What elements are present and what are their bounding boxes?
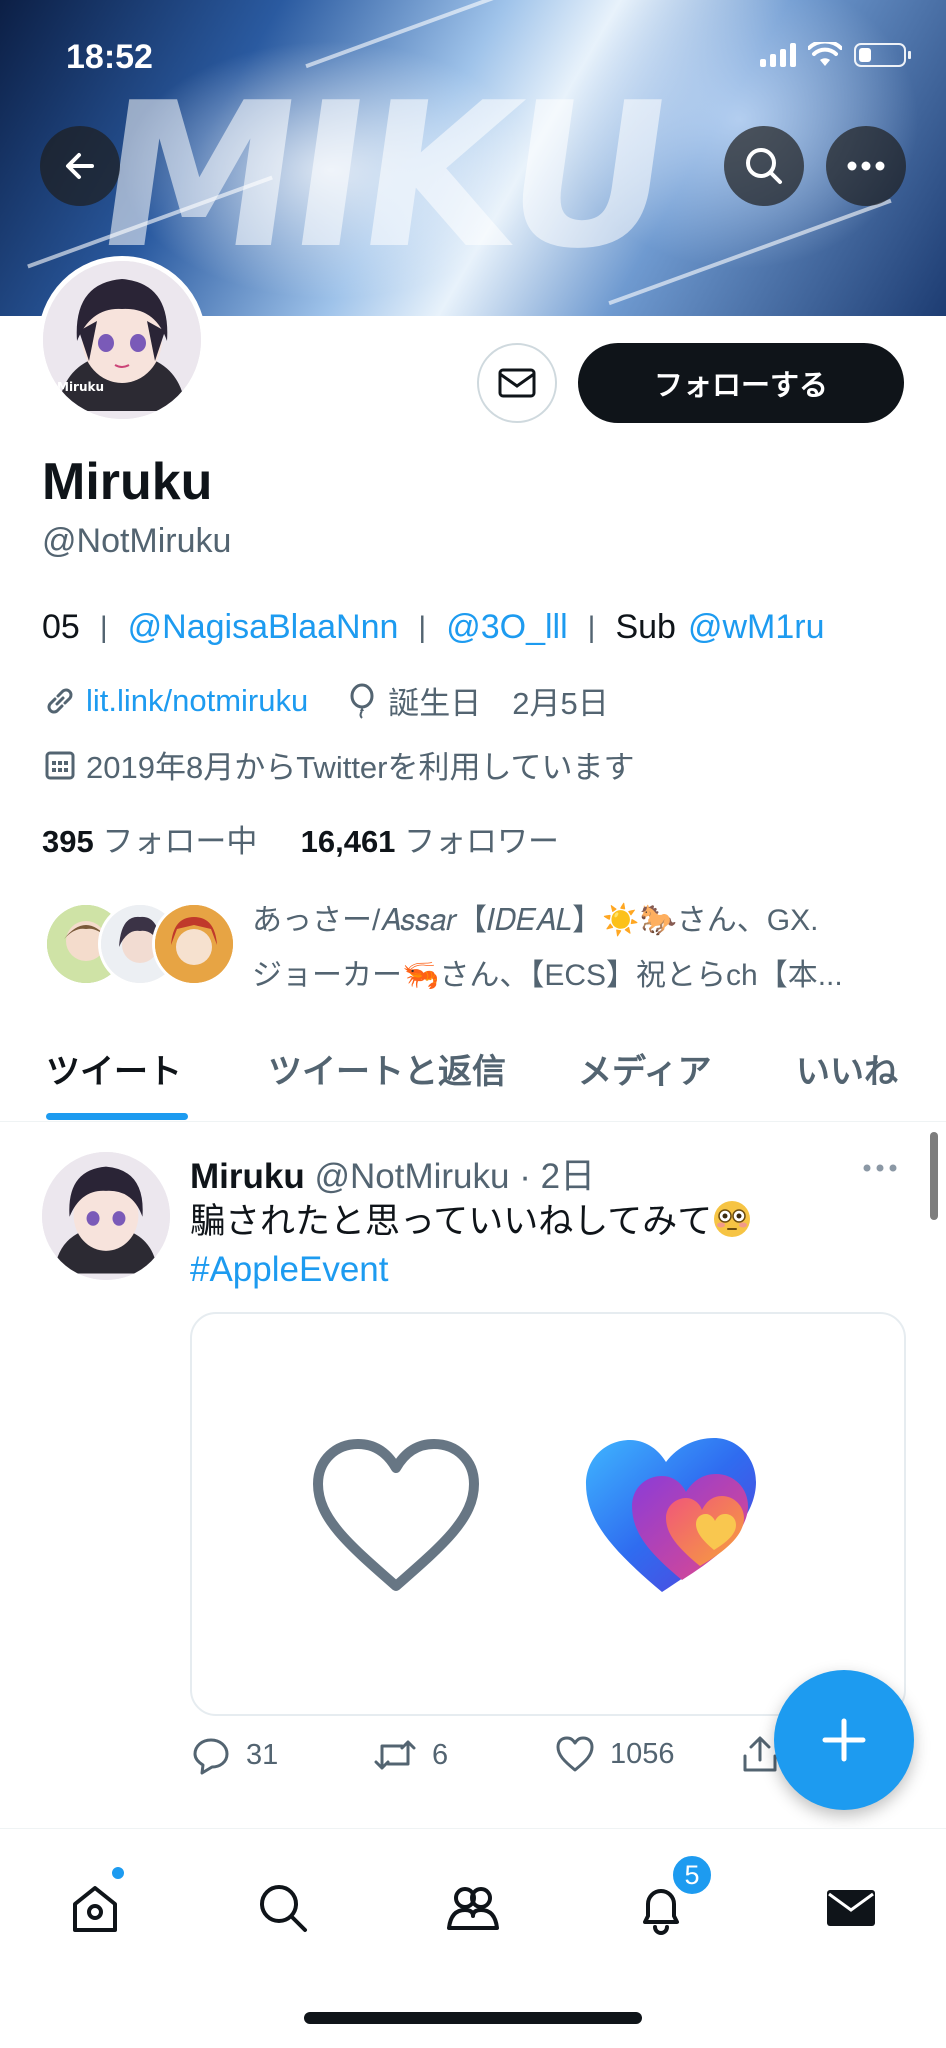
colorful-heart-icon <box>586 1438 756 1592</box>
wifi-icon <box>808 42 842 66</box>
tweet-media-card[interactable] <box>190 1312 906 1716</box>
more-horizontal-icon <box>847 161 885 171</box>
envelope-icon <box>498 368 536 398</box>
nav-search[interactable] <box>248 1873 318 1943</box>
communities-icon <box>447 1887 499 1930</box>
following-count-link[interactable]: 395 フォロー中 <box>42 824 257 859</box>
tweet-time: · 2日 <box>519 1157 596 1196</box>
bio-mention-link[interactable]: @3O_lll <box>446 608 567 647</box>
battery-icon <box>854 43 911 67</box>
reply-button[interactable]: 31 <box>190 1734 278 1776</box>
bio-mention-link[interactable]: @wM1ru <box>688 608 825 647</box>
nav-messages[interactable] <box>816 1873 886 1943</box>
bio-mention-link[interactable]: @NagisaBlaaNnn <box>128 608 399 647</box>
bio-text: 05 <box>42 608 80 646</box>
tab-tweets[interactable]: ツイート <box>46 1044 182 1093</box>
profile-meta-row: lit.link/notmiruku 誕生日 2月5日 <box>42 678 609 723</box>
tab-tweets-and-replies[interactable]: ツイートと返信 <box>268 1044 506 1093</box>
home-icon <box>73 1886 117 1932</box>
compose-tweet-button[interactable] <box>774 1670 914 1810</box>
plus-icon <box>822 1718 866 1762</box>
nav-communities[interactable] <box>438 1873 508 1943</box>
tweet-text: 騙されたと思っていいねしてみて #AppleEvent <box>190 1198 910 1294</box>
followed-by-avatars[interactable] <box>44 902 236 986</box>
joined-date-text: 2019年8月からTwitterを利用しています <box>86 750 635 785</box>
followers-label: フォロワー <box>404 824 560 859</box>
bio-separator: | <box>587 610 596 644</box>
tweet-author-name[interactable]: Miruku <box>190 1157 305 1196</box>
new-content-dot <box>110 1865 126 1881</box>
birthday-text: 誕生日 2月5日 <box>388 686 609 721</box>
following-label: フォロー中 <box>102 824 258 859</box>
like-button[interactable]: 1056 <box>554 1734 675 1774</box>
status-time: 18:52 <box>66 38 153 76</box>
more-horizontal-icon <box>863 1164 897 1172</box>
profile-meta-row: 2019年8月からTwitterを利用しています <box>42 742 635 787</box>
arrow-left-icon <box>66 153 94 179</box>
avatar-illustration: Miruku <box>43 261 201 419</box>
flushed-face-icon <box>714 1201 751 1237</box>
like-count: 1056 <box>610 1737 675 1770</box>
hashtag-link[interactable]: #AppleEvent <box>190 1250 388 1289</box>
banner-artwork: MIKU <box>83 60 680 293</box>
envelope-icon <box>827 1890 875 1926</box>
profile-bio: 05 | @NagisaBlaaNnn | @3O_lll | Sub @wM1… <box>42 608 824 647</box>
scrollbar[interactable] <box>930 1132 938 1220</box>
heart-icon <box>556 1736 594 1772</box>
retweet-button[interactable]: 6 <box>372 1734 448 1776</box>
followed-by-text[interactable]: あっさー/𝐴𝑠𝑠𝑎𝑟【𝐼𝐷𝐸𝐴𝐿】☀️🐎さん、GX. ジョーカー🦐さん、【ECS… <box>252 893 912 1003</box>
tab-likes[interactable]: いいね <box>796 1044 898 1093</box>
followed-by-line: あっさー/𝐴𝑠𝑠𝑎𝑟【𝐼𝐷𝐸𝐴𝐿】☀️🐎さん、GX. <box>252 904 819 937</box>
follow-button[interactable]: フォローする <box>578 343 904 423</box>
home-indicator <box>304 2012 642 2024</box>
profile-avatar[interactable]: Miruku <box>38 256 206 424</box>
following-count: 395 <box>42 824 94 859</box>
tweet-more-button[interactable] <box>862 1160 898 1178</box>
bio-text: Sub <box>615 608 676 646</box>
reply-icon <box>193 1738 229 1775</box>
retweet-count: 6 <box>432 1738 449 1771</box>
balloon-icon <box>344 683 380 719</box>
avatar <box>152 902 236 986</box>
profile-tabs: ツイート ツイートと返信 メディア いいね <box>0 1036 946 1122</box>
calendar-icon <box>42 747 78 783</box>
link-icon <box>42 683 78 719</box>
tweet-body: 騙されたと思っていいねしてみて <box>190 1202 713 1241</box>
tab-indicator <box>46 1113 188 1120</box>
more-options-button[interactable] <box>826 126 906 206</box>
retweet-icon <box>374 1740 416 1770</box>
status-icons <box>760 42 911 68</box>
bio-separator: | <box>99 610 108 644</box>
tab-media[interactable]: メディア <box>578 1044 712 1093</box>
nav-home[interactable] <box>60 1873 130 1943</box>
tweet-author-handle: @NotMiruku <box>314 1157 510 1196</box>
profile-name: Miruku <box>42 453 213 511</box>
notification-badge: 5 <box>670 1853 714 1897</box>
followers-count: 16,461 <box>300 824 396 859</box>
bio-separator: | <box>418 610 427 644</box>
signal-icon <box>760 43 796 67</box>
tweet-avatar[interactable] <box>42 1152 170 1280</box>
svg-text:Miruku: Miruku <box>57 380 104 394</box>
tweet-header: Miruku @NotMiruku · 2日 <box>190 1148 595 1199</box>
back-button[interactable] <box>40 126 120 206</box>
search-icon <box>260 1885 307 1932</box>
followed-by-line: ジョーカー🦐さん、【ECS】祝とらch【本... <box>252 959 843 992</box>
profile-handle: @NotMiruku <box>42 522 232 560</box>
reply-count: 31 <box>246 1738 279 1771</box>
message-button[interactable] <box>477 343 557 423</box>
follow-counts: 395 フォロー中 16,461 フォロワー <box>42 816 559 861</box>
heart-outline-icon <box>313 1439 479 1591</box>
followers-count-link[interactable]: 16,461 フォロワー <box>301 824 559 859</box>
search-icon <box>746 148 782 184</box>
search-button[interactable] <box>724 126 804 206</box>
website-link[interactable]: lit.link/notmiruku <box>86 683 308 719</box>
